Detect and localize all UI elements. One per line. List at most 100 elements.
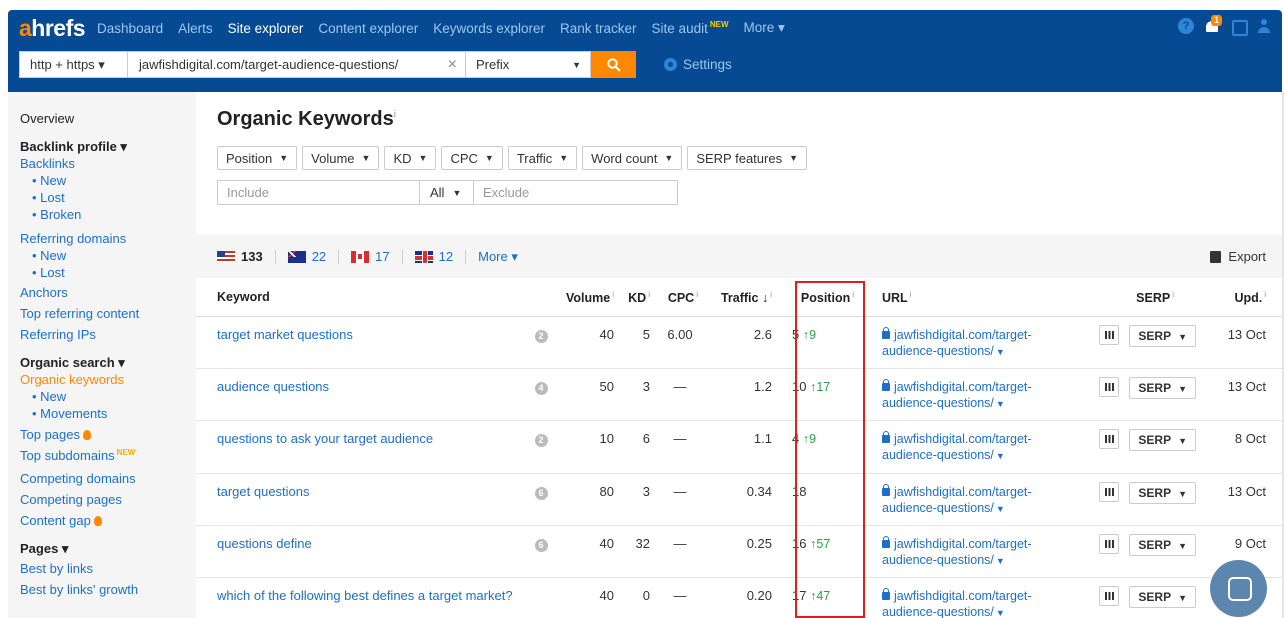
chevron-down-icon[interactable]: ▼ — [996, 399, 1005, 409]
mode-select[interactable]: Prefix ▼ — [466, 51, 591, 78]
sidebar-referring-ips[interactable]: Referring IPs — [20, 326, 196, 343]
keyword-link[interactable]: questions to ask your target audience — [217, 431, 433, 446]
country-ca[interactable]: 17 — [351, 249, 390, 264]
chevron-down-icon[interactable]: ▼ — [996, 608, 1005, 618]
sidebar-referring-domains[interactable]: Referring domains — [20, 230, 196, 247]
keyword-link[interactable]: questions define — [217, 536, 312, 551]
chart-icon[interactable] — [1099, 324, 1120, 345]
sidebar-best-by-links-growth[interactable]: Best by links' growth — [20, 581, 196, 598]
include-input[interactable]: Include — [217, 180, 420, 205]
sidebar-top-subdomains[interactable]: Top subdomains NEW — [20, 447, 196, 466]
url-link[interactable]: jawfishdigital.com/target-audience-quest… — [882, 431, 1066, 464]
sidebar-top-pages[interactable]: Top pages — [20, 426, 196, 443]
nav-site-audit[interactable]: Site audit NEW — [652, 20, 729, 36]
col-updated[interactable]: Upd. i — [1202, 279, 1282, 317]
sidebar-anchors[interactable]: Anchors — [20, 284, 196, 301]
chart-icon[interactable] — [1099, 376, 1120, 397]
help-icon[interactable]: ? — [1178, 18, 1194, 34]
country-us[interactable]: 133 — [217, 249, 263, 264]
col-traffic[interactable]: Traffic ↓ i — [704, 279, 778, 317]
protocol-select[interactable]: http + https ▾ — [19, 51, 128, 78]
chevron-down-icon[interactable]: ▼ — [996, 504, 1005, 514]
nav-content-explorer[interactable]: Content explorer — [318, 21, 418, 36]
sidebar-best-by-links[interactable]: Best by links — [20, 560, 196, 577]
serp-button[interactable]: SERP ▼ — [1129, 586, 1196, 609]
serp-button[interactable]: SERP ▼ — [1129, 324, 1196, 347]
sidebar-competing-domains[interactable]: Competing domains — [20, 470, 196, 487]
col-kd[interactable]: KD i — [620, 279, 656, 317]
url-link[interactable]: jawfishdigital.com/target-audience-quest… — [882, 483, 1066, 517]
chevron-down-icon[interactable]: ▼ — [996, 347, 1005, 357]
nav-dashboard[interactable]: Dashboard — [97, 21, 163, 36]
settings-link[interactable]: Settings — [664, 57, 732, 72]
url-link[interactable]: jawfishdigital.com/target-audience-quest… — [882, 536, 1066, 569]
url-link[interactable]: jawfishdigital.com/target-audience-quest… — [882, 326, 1066, 360]
col-cpc[interactable]: CPC i — [656, 279, 704, 317]
chat-widget-icon[interactable] — [1210, 560, 1267, 617]
col-url[interactable]: URL i — [860, 279, 1072, 317]
chevron-down-icon[interactable]: ▼ — [996, 556, 1005, 566]
sidebar-backlinks-new[interactable]: New — [20, 172, 196, 189]
keyword-link[interactable]: target questions — [217, 484, 310, 499]
sidebar-organic-new[interactable]: New — [20, 388, 196, 405]
filter-word-count[interactable]: Word count ▼ — [582, 146, 683, 170]
sidebar-backlinks-lost[interactable]: Lost — [20, 189, 196, 206]
sidebar-overview[interactable]: Overview — [20, 110, 196, 127]
search-button[interactable] — [591, 51, 636, 78]
chart-icon[interactable] — [1099, 481, 1120, 502]
filter-cpc[interactable]: CPC ▼ — [441, 146, 503, 170]
exclude-input[interactable]: Exclude — [474, 180, 678, 205]
sidebar-top-referring-content[interactable]: Top referring content — [20, 305, 196, 322]
export-button[interactable]: Export — [1210, 249, 1266, 264]
url-link[interactable]: jawfishdigital.com/target-audience-quest… — [882, 378, 1066, 412]
col-serp[interactable]: SERP i — [1072, 279, 1202, 317]
keyword-link[interactable]: audience questions — [217, 379, 329, 394]
match-all-select[interactable]: All ▼ — [420, 180, 474, 205]
notification-bell-icon[interactable]: 1 — [1204, 15, 1223, 34]
col-volume[interactable]: Volume i — [556, 279, 620, 317]
serp-button[interactable]: SERP ▼ — [1129, 376, 1196, 399]
sidebar-backlink-profile[interactable]: Backlink profile ▾ — [20, 138, 196, 155]
serp-button[interactable]: SERP ▼ — [1129, 429, 1196, 452]
url-link[interactable]: jawfishdigital.com/target-audience-quest… — [882, 588, 1066, 618]
sidebar-organic-search[interactable]: Organic search ▾ — [20, 354, 196, 371]
filter-volume[interactable]: Volume ▼ — [302, 146, 380, 170]
col-keyword[interactable]: Keyword — [196, 279, 526, 317]
keyword-link[interactable]: target market questions — [217, 327, 353, 342]
target-url-input[interactable]: jawfishdigital.com/target-audience-quest… — [128, 51, 466, 78]
nav-rank-tracker[interactable]: Rank tracker — [560, 21, 637, 36]
sidebar-pages[interactable]: Pages ▾ — [20, 540, 196, 557]
filter-kd[interactable]: KD ▼ — [384, 146, 437, 170]
filter-traffic[interactable]: Traffic ▼ — [507, 146, 578, 170]
nav-more[interactable]: More ▾ — [744, 20, 785, 36]
user-account-icon[interactable] — [1256, 18, 1272, 34]
sidebar-competing-pages[interactable]: Competing pages — [20, 491, 196, 508]
clear-icon[interactable]: × — [448, 56, 457, 74]
country-gb[interactable]: 12 — [414, 249, 453, 264]
billing-icon[interactable] — [1230, 18, 1248, 36]
chart-icon[interactable] — [1099, 429, 1120, 450]
chart-icon[interactable] — [1099, 586, 1120, 607]
nav-site-explorer[interactable]: Site explorer — [228, 21, 304, 36]
sidebar-content-gap[interactable]: Content gap — [20, 512, 196, 529]
serp-button[interactable]: SERP ▼ — [1129, 481, 1196, 504]
more-countries-button[interactable]: More ▾ — [478, 249, 518, 265]
ahrefs-logo[interactable]: ahrefs — [19, 16, 86, 40]
nav-alerts[interactable]: Alerts — [178, 21, 213, 36]
sidebar-backlinks[interactable]: Backlinks — [20, 155, 196, 172]
keyword-link[interactable]: which of the following best defines a ta… — [217, 588, 513, 603]
chevron-down-icon[interactable]: ▼ — [996, 451, 1005, 461]
info-icon[interactable]: i — [394, 109, 396, 120]
filter-serp-features[interactable]: SERP features ▼ — [687, 146, 808, 170]
chart-icon[interactable] — [1099, 534, 1120, 555]
country-au[interactable]: 22 — [287, 249, 326, 264]
filter-position[interactable]: Position ▼ — [217, 146, 298, 170]
serp-button[interactable]: SERP ▼ — [1129, 534, 1196, 557]
sidebar-backlinks-broken[interactable]: Broken — [20, 206, 196, 223]
sidebar-refdomains-lost[interactable]: Lost — [20, 264, 196, 281]
sidebar-organic-keywords[interactable]: Organic keywords — [20, 371, 196, 388]
sidebar-organic-movements[interactable]: Movements — [20, 405, 196, 422]
sidebar-refdomains-new[interactable]: New — [20, 247, 196, 264]
col-position[interactable]: Position i — [778, 279, 860, 317]
nav-keywords-explorer[interactable]: Keywords explorer — [433, 21, 545, 36]
